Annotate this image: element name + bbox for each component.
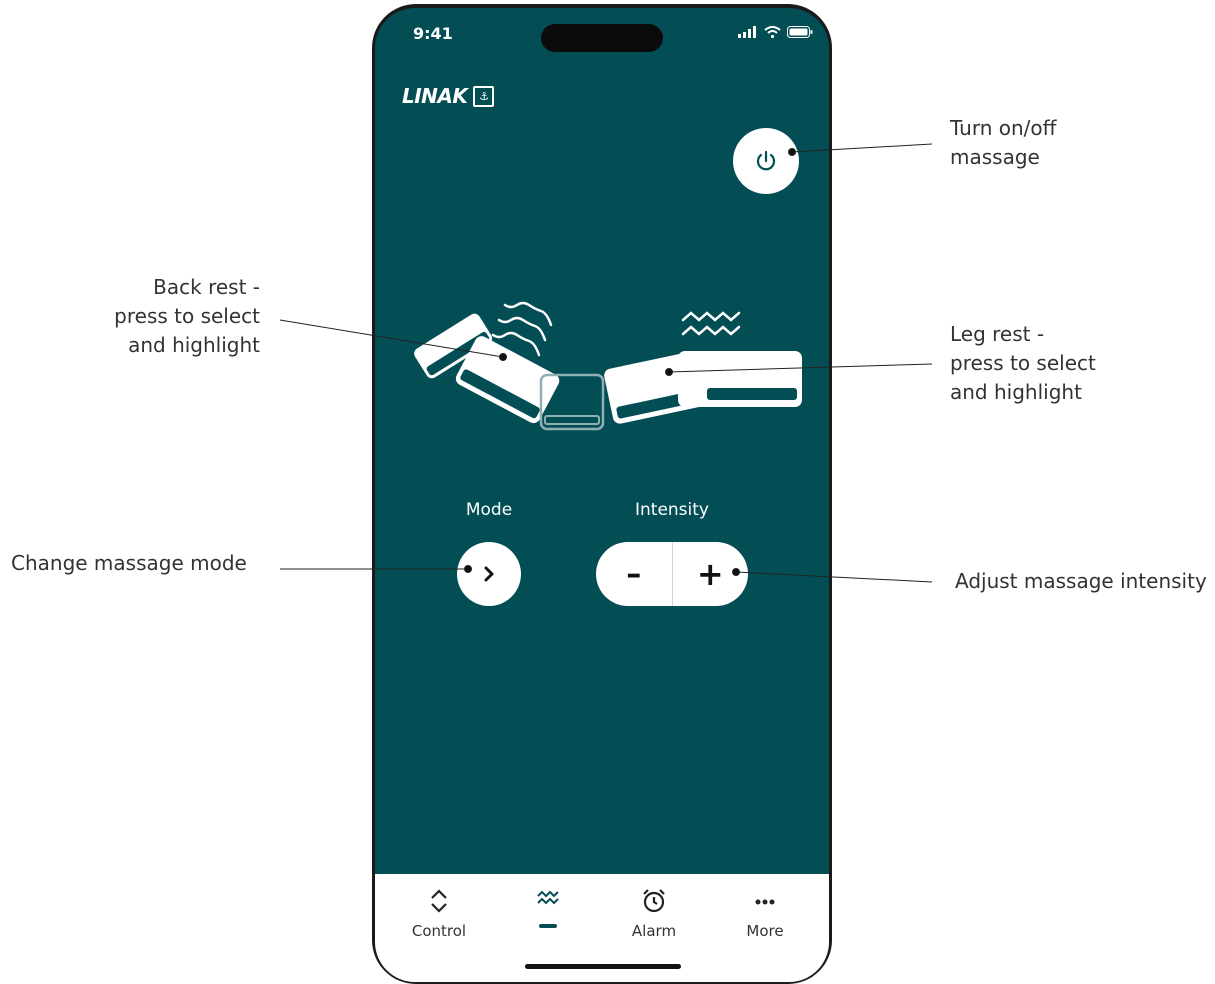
annotation-mode: Change massage mode: [11, 551, 247, 575]
annotation-back-rest: Back rest - press to select and highligh…: [60, 273, 260, 360]
annotation-leg-rest-line2: press to select: [950, 351, 1096, 375]
annotation-leg-rest: Leg rest - press to select and highlight: [950, 320, 1096, 407]
annotation-power: Turn on/off massage: [950, 114, 1056, 172]
annotation-back-rest-line3: and highlight: [128, 333, 260, 357]
annotation-back-rest-line2: press to select: [114, 304, 260, 328]
annotation-leg-rest-line1: Leg rest -: [950, 322, 1045, 346]
annotation-back-rest-line1: Back rest -: [153, 275, 260, 299]
annotation-intensity: Adjust massage intensity: [955, 569, 1207, 593]
annotation-power-line2: massage: [950, 145, 1040, 169]
annotation-power-line1: Turn on/off: [950, 116, 1057, 140]
annotation-leg-rest-line3: and highlight: [950, 380, 1082, 404]
